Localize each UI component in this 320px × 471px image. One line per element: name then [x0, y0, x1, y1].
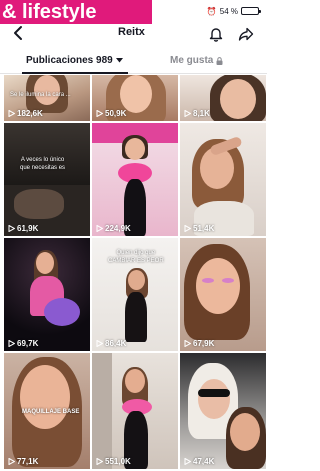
- back-arrow-icon[interactable]: [12, 25, 26, 41]
- video-thumbnail[interactable]: Quien dijo que CAMBIAR ES PEOR 86,4K: [92, 238, 178, 351]
- video-caption: Se le ilumina la cara ...: [10, 92, 71, 98]
- battery-percent: 54 %: [219, 6, 238, 16]
- overlay-banner: & lifestyle: [0, 0, 152, 24]
- view-count: 551,0K: [96, 457, 131, 466]
- view-count: 77,1K: [8, 457, 38, 466]
- profile-tabs: Publicaciones 989 Me gusta: [0, 50, 267, 74]
- play-icon: [8, 458, 15, 465]
- caret-down-icon: [115, 58, 123, 63]
- video-thumbnail[interactable]: Se le ilumina la cara ... 182,6K: [4, 75, 90, 121]
- top-nav: Reitx: [0, 22, 267, 46]
- profile-name: Reitx: [118, 26, 145, 38]
- tab-posts[interactable]: Publicaciones 989: [26, 55, 123, 66]
- video-thumbnail[interactable]: 47,4K: [180, 353, 266, 469]
- view-count: 61,9K: [8, 224, 38, 233]
- play-icon: [184, 225, 191, 232]
- view-count: 51,4K: [184, 224, 214, 233]
- play-icon: [96, 458, 103, 465]
- play-icon: [184, 340, 191, 347]
- play-icon: [96, 110, 103, 117]
- play-icon: [184, 110, 191, 117]
- status-bar: ⏰ 54 %: [206, 5, 261, 17]
- video-caption: Quien dijo que CAMBIAR ES PEOR: [108, 250, 164, 264]
- video-thumbnail[interactable]: 224,9K: [92, 123, 178, 236]
- view-count: 50,9K: [96, 109, 126, 118]
- video-thumbnail[interactable]: 67,9K: [180, 238, 266, 351]
- video-thumbnail[interactable]: 69,7K: [4, 238, 90, 351]
- view-count: 224,9K: [96, 224, 131, 233]
- play-icon: [96, 340, 103, 347]
- play-icon: [8, 340, 15, 347]
- play-icon: [8, 110, 15, 117]
- view-count: 86,4K: [96, 339, 126, 348]
- view-count: 182,6K: [8, 109, 43, 118]
- play-icon: [8, 225, 15, 232]
- video-caption: A veces lo único que necesitas es: [20, 157, 66, 171]
- alarm-icon: ⏰: [206, 6, 217, 16]
- video-thumbnail[interactable]: 50,9K: [92, 75, 178, 121]
- play-icon: [96, 225, 103, 232]
- play-icon: [184, 458, 191, 465]
- lock-icon: [216, 56, 223, 65]
- view-count: 67,9K: [184, 339, 214, 348]
- video-thumbnail[interactable]: 51,4K: [180, 123, 266, 236]
- bell-icon[interactable]: [208, 26, 224, 42]
- tab-posts-label: Publicaciones 989: [26, 55, 113, 66]
- active-tab-indicator: [22, 72, 128, 74]
- share-icon[interactable]: [238, 26, 254, 42]
- tab-likes[interactable]: Me gusta: [170, 55, 223, 66]
- video-thumbnail[interactable]: 8,1K: [180, 75, 266, 121]
- tab-likes-label: Me gusta: [170, 55, 214, 66]
- view-count: 47,4K: [184, 457, 214, 466]
- video-thumbnail[interactable]: MAQUILLAJE BASE 77,1K: [4, 353, 90, 469]
- battery-icon: [241, 7, 261, 15]
- view-count: 69,7K: [8, 339, 38, 348]
- video-caption: MAQUILLAJE BASE: [22, 409, 80, 415]
- view-count: 8,1K: [184, 109, 210, 118]
- video-thumbnail[interactable]: 551,0K: [92, 353, 178, 469]
- video-thumbnail[interactable]: A veces lo único que necesitas es 61,9K: [4, 123, 90, 236]
